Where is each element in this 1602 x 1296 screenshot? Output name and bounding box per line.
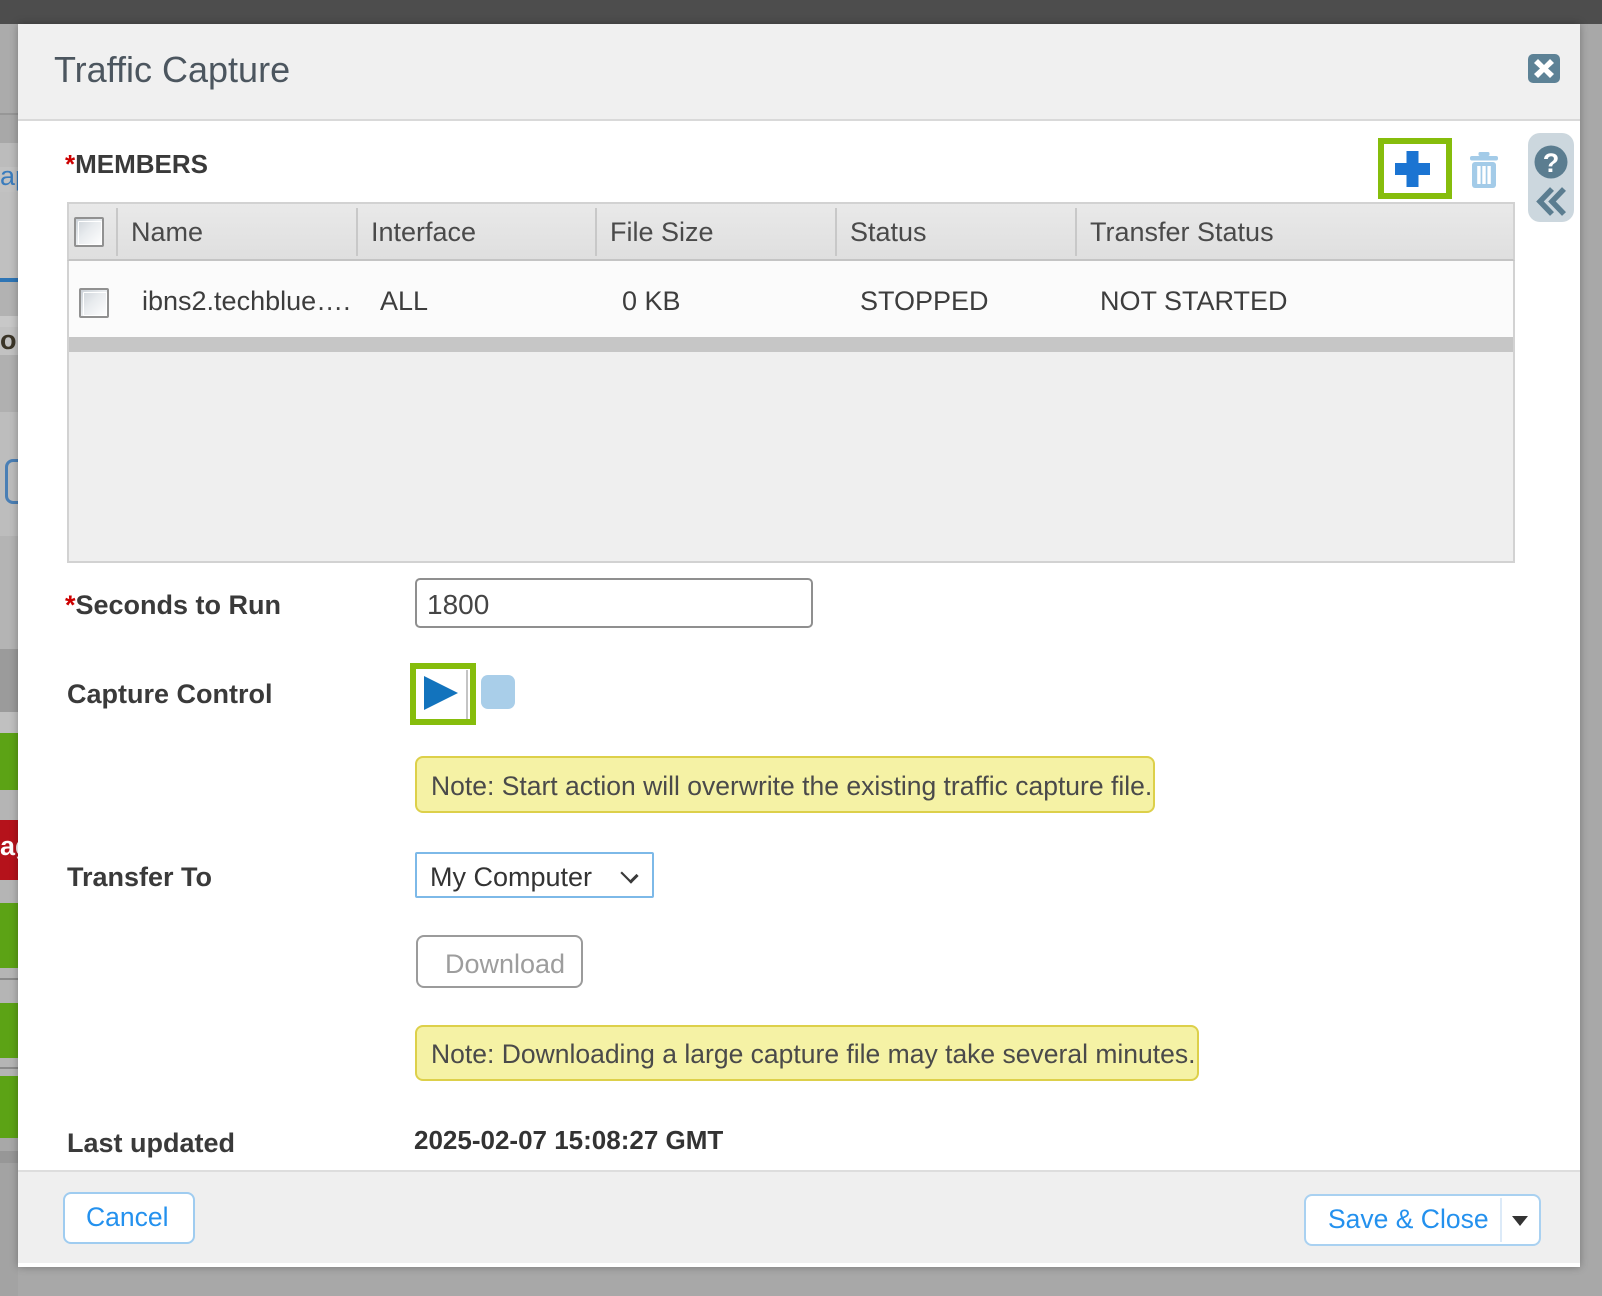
svg-text:?: ? bbox=[1543, 148, 1560, 178]
